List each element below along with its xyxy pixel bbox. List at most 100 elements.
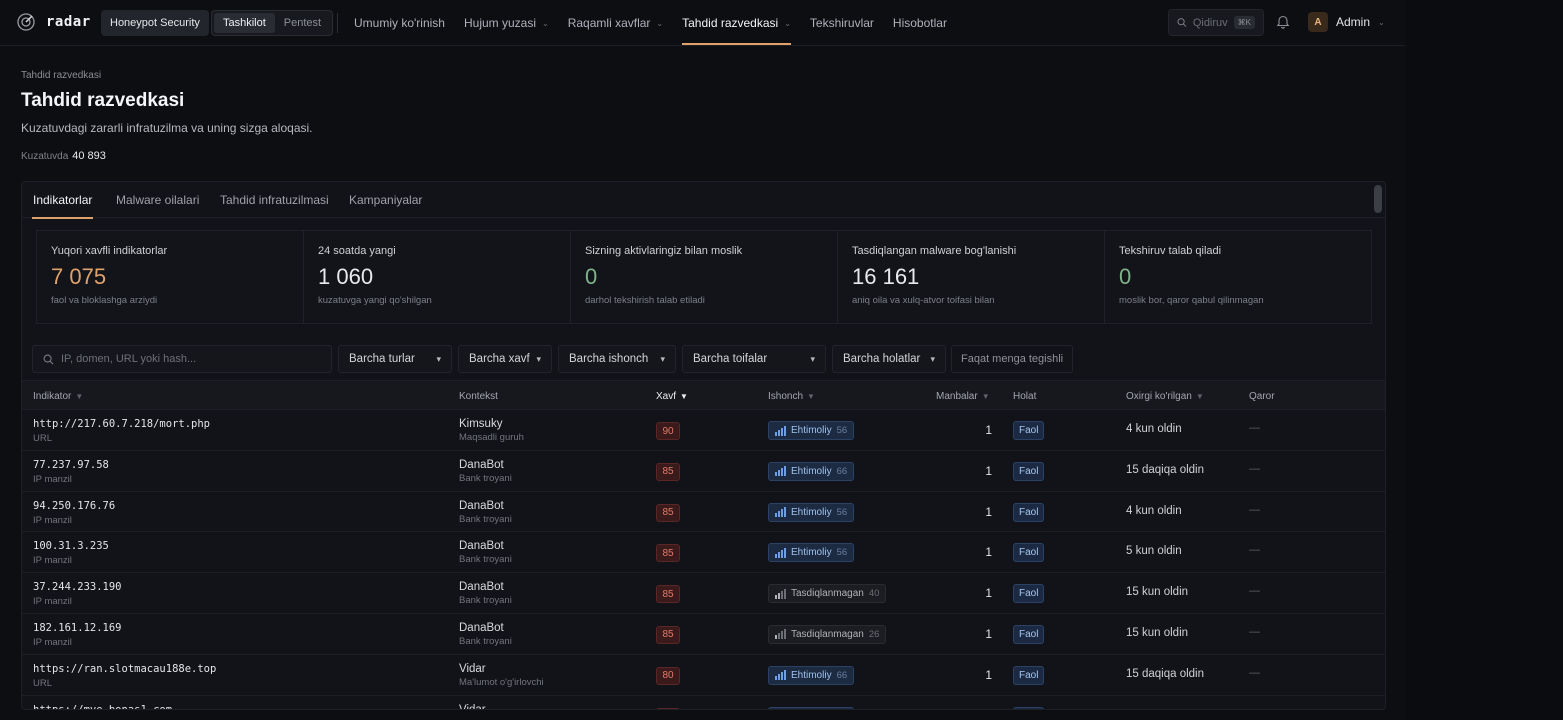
nav-item-0[interactable]: Umumiy ko'rinish: [354, 0, 445, 46]
indicator-cell: 182.161.12.169 IP manzil: [33, 622, 122, 648]
org-selector[interactable]: Honeypot Security: [101, 10, 209, 36]
decision-value[interactable]: —: [1249, 504, 1260, 516]
global-search[interactable]: Qidiruv ⌘K: [1168, 9, 1264, 36]
tracked-label: Kuzatuvda: [21, 151, 69, 162]
indicator-value[interactable]: 182.161.12.169: [33, 622, 122, 634]
intel-panel: Indikatorlar Malware oilalari Tahdid inf…: [21, 181, 1386, 710]
col-last-seen[interactable]: Oxirgi ko'rilgan ▼: [1126, 381, 1204, 411]
page-title: Tahdid razvedkasi: [21, 90, 185, 111]
indicator-value[interactable]: https://mye.bonas1.com: [33, 704, 172, 709]
status-badge: Faol: [1013, 624, 1045, 644]
stat-note: faol va bloklashga arziydi: [51, 295, 158, 306]
context-name[interactable]: Kimsuky: [459, 418, 524, 430]
stats-row: Yuqori xavfli indikatorlar 7 075 faol va b…: [36, 230, 1372, 324]
stat-value: 16 161: [852, 264, 920, 289]
nav-item-4[interactable]: Tekshiruvlar: [810, 0, 874, 46]
filter-category-value: Barcha toifalar: [693, 353, 768, 365]
indicator-search-input[interactable]: IP, domen, URL yoki hash...: [32, 345, 332, 373]
nav-item-5[interactable]: Hisobotlar: [893, 0, 947, 46]
tab-malware-families[interactable]: Malware oilalari: [116, 182, 199, 218]
indicator-value[interactable]: 77.237.97.58: [33, 459, 109, 471]
stat-note: kuzatuvga yangi qo'shilgan: [318, 295, 432, 306]
stat-card[interactable]: Tasdiqlangan malware bog'lanishi 16 161 an…: [837, 230, 1104, 324]
tab-campaigns[interactable]: Kampaniyalar: [349, 182, 422, 218]
filter-status-select[interactable]: Barcha holatlar ▾: [832, 345, 946, 373]
indicator-cell: https://mye.bonas1.comURL: [33, 704, 172, 709]
chevron-down-icon: ▾: [536, 353, 541, 364]
search-shortcut: ⌘K: [1233, 16, 1255, 29]
indicator-value[interactable]: 100.31.3.235: [33, 540, 109, 552]
confidence-score: 56: [836, 547, 848, 559]
col-confidence[interactable]: Ishonch ▼: [768, 381, 815, 411]
indicator-value[interactable]: 94.250.176.76: [33, 500, 115, 512]
indicator-type: IP manzil: [33, 514, 72, 526]
context-type: Bank troyani: [459, 472, 512, 484]
filter-risk-select[interactable]: Barcha xavf ▾: [458, 345, 552, 373]
col-sources[interactable]: Manbalar ▼: [936, 381, 990, 411]
filter-category-select[interactable]: Barcha toifalar ▾: [682, 345, 826, 373]
decision-value[interactable]: —: [1249, 544, 1260, 556]
confidence-bars-icon: [775, 466, 786, 477]
table-row[interactable]: https://ran.slotmacau188e.top URL Vidar Ma'…: [22, 655, 1385, 696]
tab-threat-infrastructure[interactable]: Tahdid infratuzilmasi: [220, 182, 329, 218]
logo[interactable]: radar: [16, 12, 91, 32]
decision-value[interactable]: —: [1249, 708, 1260, 709]
col-context-label: Kontekst: [459, 390, 498, 402]
nav-item-2[interactable]: Raqamli xavflar ⌄: [568, 0, 663, 46]
tab-indicators[interactable]: Indikatorlar: [31, 182, 94, 219]
context-name[interactable]: Vidar: [459, 704, 486, 709]
chevron-down-icon: ▾: [436, 353, 441, 364]
col-indicator[interactable]: Indikator ▼: [33, 381, 83, 411]
confidence-badge: Ehtimoliy66: [768, 706, 855, 709]
nav-item-label: Hujum yuzasi: [463, 16, 537, 30]
indicator-value[interactable]: http://217.60.7.218/mort.php: [33, 418, 210, 430]
decision-value[interactable]: —: [1249, 463, 1260, 475]
stat-card[interactable]: Sizning aktivlaringiz bilan moslik 0 darho…: [570, 230, 837, 324]
stat-card[interactable]: Yuqori xavfli indikatorlar 7 075 faol va b…: [36, 230, 303, 324]
table-row[interactable]: 100.31.3.235 IP manzil DanaBot Bank troyani…: [22, 532, 1385, 574]
table-row[interactable]: 94.250.176.76 IP manzil DanaBot Bank troyan…: [22, 492, 1385, 533]
table-row[interactable]: 182.161.12.169 IP manzil DanaBot Bank troya…: [22, 614, 1385, 655]
notifications-bell-icon[interactable]: [1276, 14, 1290, 32]
indicator-value[interactable]: https://ran.slotmacau188e.top: [33, 663, 216, 675]
only-mine-toggle[interactable]: Faqat menga tegishli: [951, 345, 1074, 373]
stat-card[interactable]: 24 soatda yangi 1 060 kuzatuvga yangi qo's…: [303, 230, 570, 324]
table-row[interactable]: 37.244.233.190 IP manzil DanaBot Bank troya…: [22, 573, 1385, 614]
indicator-cell: https://ran.slotmacau188e.top URL: [33, 663, 216, 689]
context-cell: Vidar Ma'lumot o'g'irlovchi: [459, 663, 544, 688]
col-status-label: Holat: [1013, 390, 1037, 402]
context-name[interactable]: DanaBot: [459, 581, 512, 593]
col-risk[interactable]: Xavf ▼: [656, 381, 688, 411]
context-name[interactable]: DanaBot: [459, 540, 512, 552]
decision-value[interactable]: —: [1249, 422, 1260, 434]
decision-value[interactable]: —: [1249, 585, 1260, 597]
stat-label: Sizning aktivlaringiz bilan moslik: [585, 245, 743, 257]
decision-value[interactable]: —: [1249, 667, 1260, 679]
tracked-count: Kuzatuvda 40 893: [21, 150, 106, 162]
table-row[interactable]: http://217.60.7.218/mort.php URL Kimsuky Ma…: [22, 410, 1385, 451]
last-seen: 4 kun oldin: [1126, 423, 1182, 435]
stat-card[interactable]: Tekshiruv talab qiladi 0 moslik bor, qaror…: [1104, 230, 1372, 324]
page-subtitle: Kuzatuvdagi zararli infratuzilma va unin…: [21, 121, 313, 135]
decision-value[interactable]: —: [1249, 626, 1260, 638]
nav-item-1[interactable]: Hujum yuzasi ⌄: [464, 0, 549, 46]
status-badge: Faol: [1013, 543, 1045, 563]
col-indicator-label: Indikator: [33, 390, 72, 402]
user-menu[interactable]: A Admin ⌄: [1308, 12, 1385, 32]
chevron-down-icon: ⌄: [656, 18, 664, 28]
context-name[interactable]: DanaBot: [459, 459, 512, 471]
filter-confidence-select[interactable]: Barcha ishonch ▾: [558, 345, 676, 373]
context-type: Bank troyani: [459, 635, 512, 647]
indicator-value[interactable]: 37.244.233.190: [33, 581, 122, 593]
table-row[interactable]: https://mye.bonas1.comURL Vidar 80 Ehtimoli…: [22, 696, 1385, 709]
scrollbar-thumb[interactable]: [1374, 185, 1382, 213]
table-row[interactable]: 77.237.97.58 IP manzil DanaBot Bank troyani…: [22, 451, 1385, 492]
filter-type-select[interactable]: Barcha turlar ▾: [338, 345, 452, 373]
mode-tashkilot[interactable]: Tashkilot: [214, 13, 275, 33]
context-name[interactable]: DanaBot: [459, 500, 512, 512]
context-name[interactable]: DanaBot: [459, 622, 512, 634]
mode-pentest[interactable]: Pentest: [275, 13, 330, 33]
nav-item-3[interactable]: Tahdid razvedkasi ⌄: [682, 0, 791, 46]
context-name[interactable]: Vidar: [459, 663, 544, 675]
context-cell: DanaBot Bank troyani: [459, 581, 512, 606]
